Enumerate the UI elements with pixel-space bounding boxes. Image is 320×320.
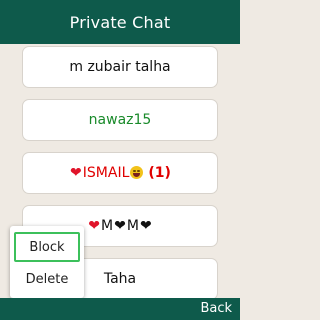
title-bar: Private Chat [0, 0, 240, 44]
contact-name: m zubair talha [69, 59, 171, 75]
contact-name-wrapper: ❤M❤M❤ [87, 218, 152, 234]
contact-name: ISMAIL [82, 165, 130, 181]
contact-name: nawaz15 [88, 112, 152, 128]
black-heart-icon: ❤ [114, 218, 126, 234]
bottom-bar: Back [0, 298, 240, 320]
delete-option[interactable]: Delete [14, 264, 80, 294]
contact-name-part: M [101, 218, 114, 234]
context-menu: Block Delete [10, 226, 84, 298]
back-button[interactable]: Back [200, 301, 232, 316]
red-heart-icon: ❤ [70, 165, 82, 181]
list-item[interactable]: nawaz15 [22, 99, 218, 141]
unread-count: (1) [148, 165, 171, 181]
list-item[interactable]: ❤ISMAIL (1) [22, 152, 218, 194]
list-item[interactable]: m zubair talha [22, 46, 218, 88]
contact-name-part: M [126, 218, 139, 234]
contact-name-wrapper: ❤ISMAIL [69, 165, 144, 181]
page-title: Private Chat [69, 12, 171, 32]
red-heart-icon: ❤ [88, 218, 101, 234]
contact-name: Taha [103, 271, 137, 287]
laughing-face-icon [130, 166, 144, 179]
black-heart-icon: ❤ [139, 218, 152, 234]
block-option[interactable]: Block [14, 232, 80, 262]
